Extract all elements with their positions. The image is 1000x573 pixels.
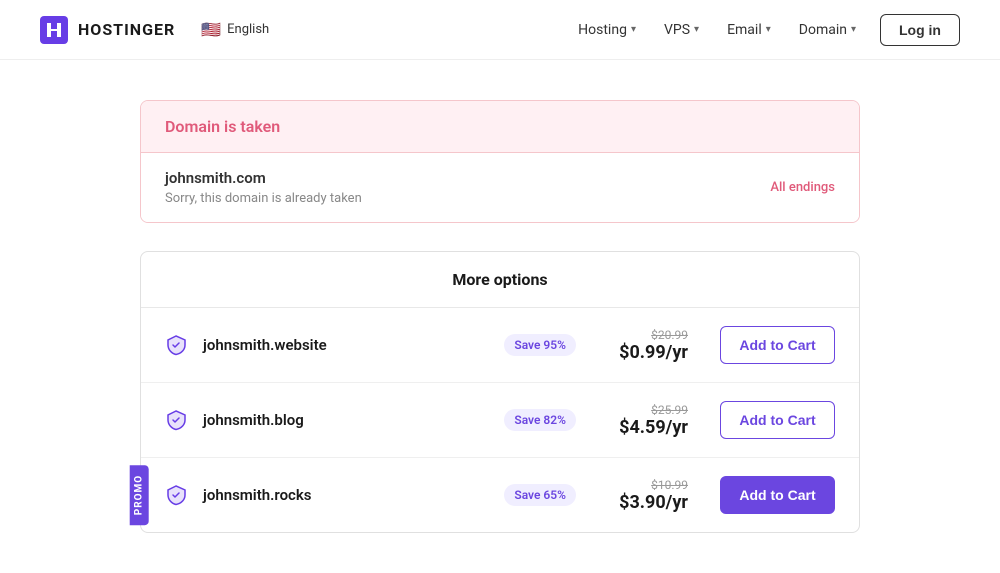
domain-row-promo: PROMO johnsmith.rocks Save 65% $10.99 $3… — [141, 458, 859, 532]
domain-taken-info: johnsmith.com Sorry, this domain is alre… — [165, 169, 362, 206]
current-price: $3.90/yr — [619, 492, 688, 513]
domain-row-name: johnsmith.rocks — [203, 486, 488, 504]
domain-row: johnsmith.website Save 95% $20.99 $0.99/… — [141, 308, 859, 383]
save-badge: Save 82% — [504, 409, 576, 431]
promo-label: PROMO — [130, 465, 149, 525]
price-block: $20.99 $0.99/yr — [608, 328, 688, 363]
domain-taken-title: Domain is taken — [165, 117, 280, 136]
shield-check-icon — [165, 334, 187, 356]
nav-links: Hosting ▾ VPS ▾ Email ▾ Domain ▾ — [566, 14, 868, 46]
nav-email-label: Email — [727, 22, 762, 38]
add-to-cart-button-filled[interactable]: Add to Cart — [720, 476, 835, 514]
logo-text: HOSTINGER — [78, 20, 175, 39]
price-block: $10.99 $3.90/yr — [608, 478, 688, 513]
domain-sorry-text: Sorry, this domain is already taken — [165, 191, 362, 206]
nav-item-vps[interactable]: VPS ▾ — [652, 14, 711, 46]
more-options-card: More options johnsmith.website Save 95% … — [140, 251, 860, 533]
logo-area: HOSTINGER 🇺🇸 English — [40, 16, 269, 44]
add-to-cart-button[interactable]: Add to Cart — [720, 326, 835, 364]
add-to-cart-button[interactable]: Add to Cart — [720, 401, 835, 439]
original-price: $10.99 — [608, 478, 688, 492]
language-selector[interactable]: 🇺🇸 English — [201, 20, 269, 39]
nav-vps-label: VPS — [664, 22, 690, 38]
domain-row-name: johnsmith.blog — [203, 411, 488, 429]
original-price: $20.99 — [608, 328, 688, 342]
nav-hosting-label: Hosting — [578, 22, 627, 38]
domain-taken-card: Domain is taken johnsmith.com Sorry, thi… — [140, 100, 860, 223]
shield-check-icon — [165, 484, 187, 506]
taken-domain-name: johnsmith.com — [165, 169, 362, 187]
chevron-down-icon: ▾ — [694, 24, 699, 35]
nav-domain-label: Domain — [799, 22, 847, 38]
chevron-down-icon: ▾ — [851, 24, 856, 35]
domain-row: johnsmith.blog Save 82% $25.99 $4.59/yr … — [141, 383, 859, 458]
chevron-down-icon: ▾ — [766, 24, 771, 35]
nav-item-domain[interactable]: Domain ▾ — [787, 14, 868, 46]
logo-icon[interactable] — [40, 16, 68, 44]
lang-label: English — [227, 22, 269, 37]
main-content: Domain is taken johnsmith.com Sorry, thi… — [120, 100, 880, 533]
more-options-header: More options — [141, 252, 859, 308]
current-price: $4.59/yr — [619, 417, 688, 438]
save-badge: Save 95% — [504, 334, 576, 356]
all-endings-link[interactable]: All endings — [770, 180, 835, 195]
current-price: $0.99/yr — [619, 342, 688, 363]
login-button[interactable]: Log in — [880, 14, 960, 46]
flag-icon: 🇺🇸 — [201, 20, 221, 39]
more-options-title: More options — [452, 270, 547, 289]
nav-item-hosting[interactable]: Hosting ▾ — [566, 14, 648, 46]
shield-check-icon — [165, 409, 187, 431]
chevron-down-icon: ▾ — [631, 24, 636, 35]
header: HOSTINGER 🇺🇸 English Hosting ▾ VPS ▾ Ema… — [0, 0, 1000, 60]
original-price: $25.99 — [608, 403, 688, 417]
domain-row-name: johnsmith.website — [203, 336, 488, 354]
domain-taken-body: johnsmith.com Sorry, this domain is alre… — [141, 153, 859, 222]
price-block: $25.99 $4.59/yr — [608, 403, 688, 438]
nav-item-email[interactable]: Email ▾ — [715, 14, 783, 46]
save-badge: Save 65% — [504, 484, 576, 506]
domain-taken-header: Domain is taken — [141, 101, 859, 153]
